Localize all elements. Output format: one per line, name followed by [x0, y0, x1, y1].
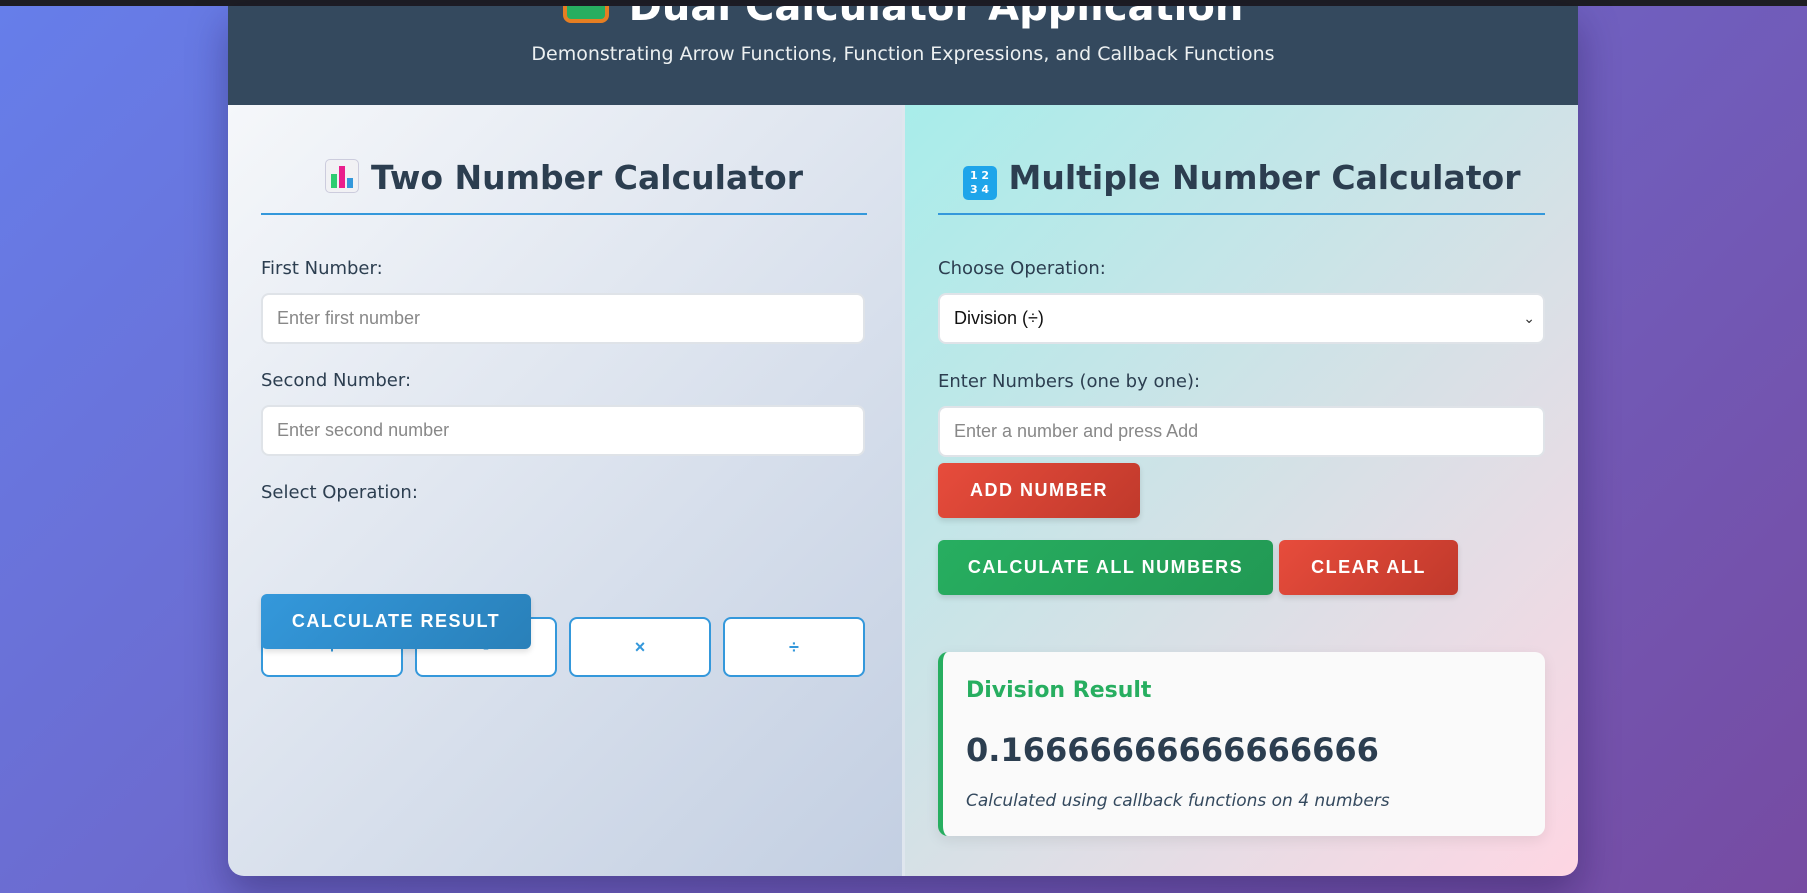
multi-number-title-text: Multiple Number Calculator: [1008, 158, 1521, 197]
second-number-input[interactable]: Enter second number: [261, 405, 865, 456]
calculate-all-button[interactable]: Calculate All Numbers: [938, 540, 1273, 595]
first-number-label: First Number:: [261, 258, 383, 279]
clear-all-button[interactable]: Clear All: [1279, 540, 1458, 595]
multi-number-title: 1 23 4 Multiple Number Calculator: [938, 155, 1545, 215]
two-number-title-text: Two Number Calculator: [371, 158, 803, 197]
operation-select[interactable]: Division (÷) ⌄: [938, 293, 1545, 344]
multiply-operation-button[interactable]: ×: [569, 617, 711, 677]
calculator-icon: [562, 6, 609, 23]
operation-select-value: Division (÷): [954, 308, 1044, 328]
select-operation-label: Select Operation:: [261, 482, 418, 503]
number-input[interactable]: Enter a number and press Add: [938, 406, 1545, 457]
result-value: 0.16666666666666666: [966, 731, 1379, 769]
calculate-result-button[interactable]: Calculate Result: [261, 594, 531, 649]
choose-operation-label: Choose Operation:: [938, 258, 1106, 279]
first-number-input[interactable]: Enter first number: [261, 293, 865, 344]
two-number-title: Two Number Calculator: [261, 155, 867, 215]
app-header: Dual Calculator Application Demonstratin…: [228, 6, 1578, 105]
bar-chart-icon: [325, 159, 360, 193]
result-note: Calculated using callback functions on 4…: [966, 791, 1390, 811]
app-title-text: Dual Calculator Application: [628, 6, 1244, 30]
two-number-panel: Two Number Calculator First Number: Ente…: [228, 105, 902, 876]
divide-operation-button[interactable]: ÷: [723, 617, 865, 677]
chevron-down-icon: ⌄: [1523, 310, 1535, 326]
enter-numbers-label: Enter Numbers (one by one):: [938, 371, 1201, 392]
input-numbers-icon: 1 23 4: [962, 166, 997, 200]
app-subtitle: Demonstrating Arrow Functions, Function …: [531, 43, 1275, 65]
result-title: Division Result: [966, 678, 1152, 703]
app-title: Dual Calculator Application: [228, 6, 1578, 30]
second-number-label: Second Number:: [261, 370, 412, 391]
calculator-app: Dual Calculator Application Demonstratin…: [228, 6, 1578, 876]
multi-number-panel: 1 23 4 Multiple Number Calculator Choose …: [902, 105, 1578, 876]
add-number-button[interactable]: Add Number: [938, 463, 1140, 518]
result-card: Division Result 0.16666666666666666 Calc…: [938, 652, 1545, 836]
